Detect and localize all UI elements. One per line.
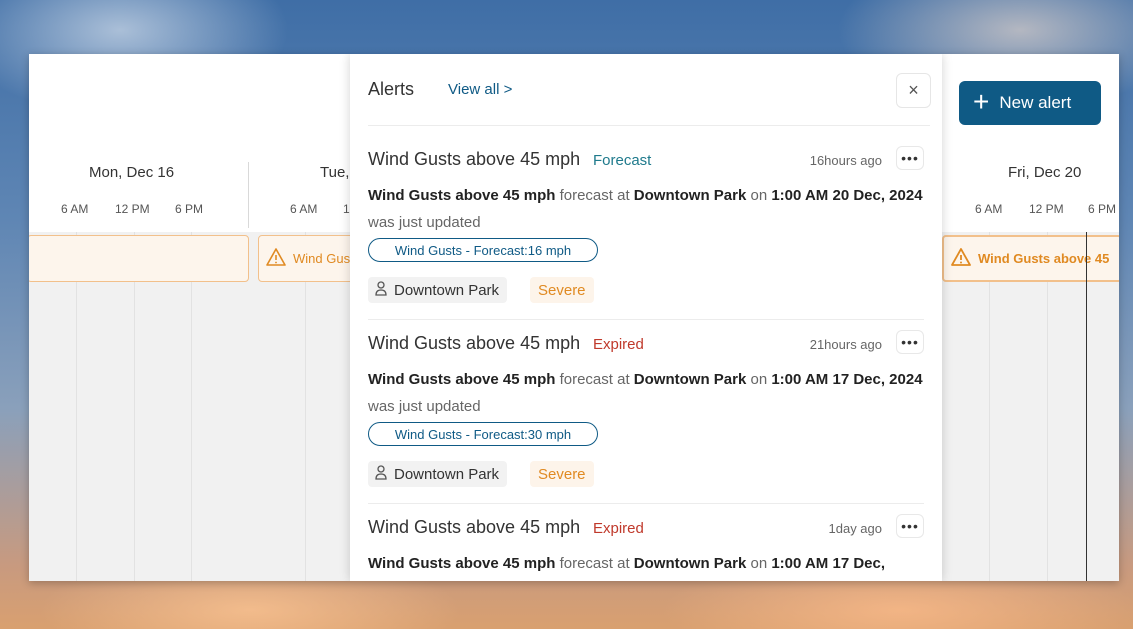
panel-title: Alerts [368,79,415,99]
hour-label: 6 AM [290,202,318,216]
alerts-panel-header: Alerts View all > × [350,54,942,126]
alert-body-date: 1:00 AM 20 Dec, 2024 [771,187,923,204]
alert-body-text: on [750,371,768,388]
day-header-mon: Mon, Dec 16 [89,164,175,181]
alert-body-date: 1:00 AM 17 Dec, 2024 [771,371,923,388]
new-alert-button[interactable]: + New alert [959,81,1101,125]
hour-label: 1 [343,202,350,216]
plus-icon: + [973,85,990,117]
alert-body: Wind Gusts above 45 mph forecast at Down… [368,182,924,236]
forecast-pill[interactable]: Wind Gusts - Forecast:30 mph [368,422,598,446]
divider [368,319,924,320]
alert-time: 1day ago [828,521,883,536]
alert-body-text: on [750,555,768,572]
grid-line [305,232,306,581]
alert-body-text: forecast at [559,371,630,388]
alert-body-place: Downtown Park [633,187,747,204]
alert-body: Wind Gusts above 45 mph forecast at Down… [368,550,924,577]
alert-title: Wind Gusts above 45 mph [368,149,581,169]
event-label: Wind Gusts above 45 [978,251,1110,266]
hour-label: 12 PM [115,202,150,216]
new-alert-label: New alert [999,93,1072,112]
day-header-fri: Fri, Dec 20 [1008,164,1082,181]
calendar-event[interactable] [29,235,249,282]
calendar-event[interactable]: Wind Gus [258,235,358,282]
more-icon: ••• [901,334,919,350]
grid-line [134,232,135,581]
grid-line [1047,232,1048,581]
alert-body-text: on [750,187,768,204]
severity-badge: Severe [530,461,594,487]
alert-title: Wind Gusts above 45 mph [368,333,581,353]
alert-item[interactable]: Wind Gusts above 45 mph Expired 21hours … [368,330,924,503]
location-pin-icon [374,280,388,300]
severity-badge: Severe [530,277,594,303]
location-tag[interactable]: Downtown Park [368,277,508,303]
alert-body-text: was just updated [368,398,481,415]
app-window: Mon, Dec 16 6 AM 12 PM 6 PM Tue, 6 AM 1 … [29,54,1119,581]
grid-line [191,232,192,581]
alert-status: Expired [593,520,644,537]
grid-line [989,232,990,581]
alert-status: Expired [593,336,644,353]
divider [368,503,924,504]
alert-body-text: forecast at [559,555,630,572]
hour-label: 12 PM [1029,202,1064,216]
grid-line [76,232,77,581]
alerts-panel: Alerts View all > × Wind Gusts above 45 … [350,54,942,581]
warning-icon [950,247,972,270]
day-divider [248,162,249,228]
close-button[interactable]: × [896,73,931,108]
alert-body-place: Downtown Park [633,555,747,572]
more-options-button[interactable]: ••• [896,514,924,538]
alert-body-date: 1:00 AM 17 Dec, [771,555,886,572]
alert-item[interactable]: Wind Gusts above 45 mph Forecast 16hours… [368,146,924,319]
alert-body: Wind Gusts above 45 mph forecast at Down… [368,366,924,420]
day-header-tue: Tue, [320,164,350,181]
alert-time: 16hours ago [809,153,882,168]
divider [368,125,930,126]
event-label: Wind Gus [293,251,351,266]
alert-item[interactable]: Wind Gusts above 45 mph Expired 1day ago… [368,514,924,581]
location-label: Downtown Park [394,465,500,483]
forecast-pill[interactable]: Wind Gusts - Forecast:16 mph [368,238,598,262]
alert-body-text: forecast at [559,187,630,204]
more-options-button[interactable]: ••• [896,330,924,354]
more-icon: ••• [901,150,919,166]
location-tag[interactable]: Downtown Park [368,461,508,487]
hour-label: 6 PM [1088,202,1117,216]
hour-label: 6 AM [61,202,89,216]
alert-body-text: was just updated [368,214,481,231]
calendar-event[interactable]: Wind Gusts above 45 [942,235,1119,282]
warning-icon [265,247,287,270]
more-icon: ••• [901,518,919,534]
alert-body-name: Wind Gusts above 45 mph [368,555,556,572]
hour-label: 6 AM [975,202,1003,216]
more-options-button[interactable]: ••• [896,146,924,170]
close-icon: × [908,80,919,100]
alert-body-name: Wind Gusts above 45 mph [368,187,556,204]
alert-body-name: Wind Gusts above 45 mph [368,371,556,388]
alert-body-place: Downtown Park [633,371,747,388]
location-label: Downtown Park [394,281,500,299]
alert-status: Forecast [593,152,652,169]
location-pin-icon [374,464,388,484]
alert-title: Wind Gusts above 45 mph [368,517,581,537]
alert-time: 21hours ago [809,337,882,352]
current-time-line [1086,232,1087,581]
view-all-link[interactable]: View all > [448,81,512,98]
hour-label: 6 PM [175,202,204,216]
